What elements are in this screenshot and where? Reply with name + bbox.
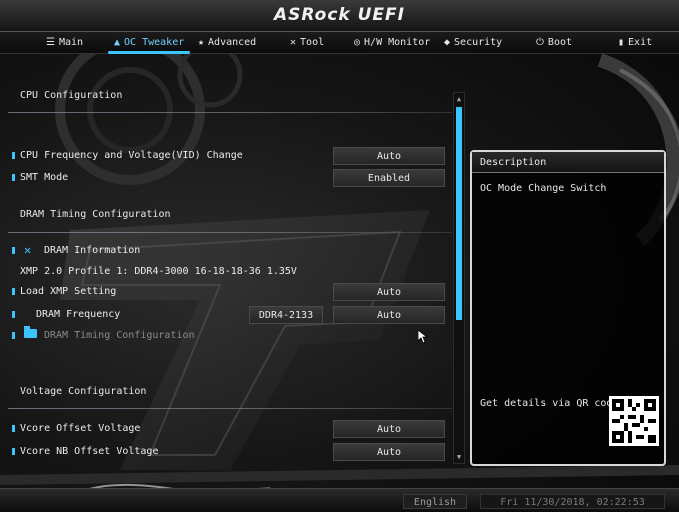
- shield-icon: ◆: [444, 37, 451, 48]
- star-icon: ★: [198, 37, 205, 48]
- flame-icon: ▲: [114, 37, 121, 48]
- list-icon: ☰: [46, 37, 55, 48]
- setting-smt-mode[interactable]: SMT Mode Enabled: [0, 168, 452, 188]
- bullet-icon: [12, 288, 15, 295]
- setting-label: DRAM Information: [44, 245, 141, 256]
- bullet-icon: [12, 448, 15, 455]
- bullet-icon: [12, 311, 15, 318]
- brand-logo: ASRock UEFI: [274, 5, 405, 25]
- exit-icon: ▮: [618, 37, 625, 48]
- monitor-icon: ◎: [354, 37, 361, 48]
- tab-oc-tweaker[interactable]: ▲ OC Tweaker: [107, 32, 191, 54]
- setting-label: Load XMP Setting: [20, 286, 117, 297]
- tab-security-label: Security: [454, 37, 503, 48]
- date-time: Fri 11/30/2018, 02:22:53: [480, 494, 665, 509]
- bullet-icon: [12, 152, 15, 159]
- power-icon: ⏻: [536, 37, 544, 48]
- tool-icon: ✕: [290, 37, 297, 48]
- tab-boot-label: Boot: [547, 37, 573, 48]
- status-bar: English Fri 11/30/2018, 02:22:53: [0, 488, 679, 512]
- tab-exit-label: Exit: [628, 37, 653, 48]
- language-button[interactable]: English: [403, 494, 467, 509]
- tab-exit[interactable]: ▮ Exit: [618, 32, 652, 54]
- tab-main-label: Main: [58, 37, 84, 48]
- tool-icon: ✕: [24, 243, 32, 257]
- tab-advanced-label: Advanced: [208, 37, 257, 48]
- section-dram-timing: DRAM Timing Configuration: [20, 209, 171, 220]
- setting-value[interactable]: Auto: [333, 420, 445, 438]
- tab-boot[interactable]: ⏻ Boot: [536, 32, 572, 54]
- bullet-icon: [12, 174, 15, 181]
- scrollbar[interactable]: ▲ ▼: [453, 92, 465, 464]
- tab-hw-monitor[interactable]: ◎ H/W Monitor: [354, 32, 430, 54]
- setting-load-xmp[interactable]: Load XMP Setting Auto: [0, 282, 452, 302]
- tab-main[interactable]: ☰ Main: [46, 32, 83, 54]
- description-title: Description: [472, 152, 664, 173]
- tab-hw-monitor-label: H/W Monitor: [364, 37, 431, 48]
- settings-list: CPU Configuration CPU Frequency and Volt…: [0, 60, 452, 462]
- divider: [8, 112, 452, 113]
- tab-advanced[interactable]: ★ Advanced: [198, 32, 256, 54]
- mouse-cursor-icon: [418, 330, 428, 344]
- setting-vcore-nb-offset[interactable]: Vcore NB Offset Voltage Auto: [0, 442, 452, 462]
- setting-value[interactable]: Auto: [333, 283, 445, 301]
- tab-tool[interactable]: ✕ Tool: [290, 32, 324, 54]
- divider: [8, 408, 452, 409]
- section-voltage-configuration: Voltage Configuration: [20, 386, 147, 397]
- setting-cpu-frequency-voltage[interactable]: CPU Frequency and Voltage(VID) Change Au…: [0, 146, 452, 166]
- setting-value[interactable]: Auto: [333, 443, 445, 461]
- setting-label: XMP 2.0 Profile 1: DDR4-3000 16-18-18-36…: [20, 266, 297, 277]
- setting-vcore-offset[interactable]: Vcore Offset Voltage Auto: [0, 419, 452, 439]
- qr-caption: Get details via QR code: [480, 398, 619, 409]
- bullet-icon: [12, 425, 15, 432]
- setting-label: CPU Frequency and Voltage(VID) Change: [20, 150, 243, 161]
- main-nav: ☰ Main ▲ OC Tweaker ★ Advanced ✕ Tool ◎ H/W M…: [0, 32, 679, 54]
- bullet-icon: [12, 247, 15, 254]
- folder-icon: [24, 326, 37, 338]
- scroll-down-icon[interactable]: ▼: [455, 453, 463, 461]
- setting-label: Vcore Offset Voltage: [20, 423, 141, 434]
- qr-code-icon[interactable]: [609, 396, 659, 446]
- section-cpu-configuration: CPU Configuration: [20, 90, 123, 101]
- scrollbar-thumb[interactable]: [456, 107, 462, 320]
- tab-oc-tweaker-label: OC Tweaker: [124, 37, 185, 48]
- setting-dram-frequency[interactable]: DRAM Frequency DDR4-2133 Auto: [0, 305, 452, 325]
- description-text: OC Mode Change Switch: [480, 183, 607, 194]
- bullet-icon: [12, 332, 15, 339]
- tab-security[interactable]: ◆ Security: [444, 32, 502, 54]
- setting-value[interactable]: Auto: [333, 306, 445, 324]
- description-panel: Description OC Mode Change Switch Get de…: [470, 150, 666, 466]
- divider: [8, 232, 452, 233]
- setting-value[interactable]: Enabled: [333, 169, 445, 187]
- menu-dram-timing-configuration[interactable]: DRAM Timing Configuration: [0, 326, 452, 346]
- setting-label: SMT Mode: [20, 172, 69, 183]
- setting-value[interactable]: Auto: [333, 147, 445, 165]
- setting-label: DRAM Timing Configuration: [44, 330, 195, 341]
- tab-tool-label: Tool: [300, 37, 325, 48]
- setting-label: Vcore NB Offset Voltage: [20, 446, 159, 457]
- menu-dram-information[interactable]: ✕ DRAM Information: [0, 241, 452, 261]
- setting-label: DRAM Frequency: [36, 309, 121, 320]
- info-xmp-profile: XMP 2.0 Profile 1: DDR4-3000 16-18-18-36…: [0, 262, 452, 282]
- scroll-up-icon[interactable]: ▲: [455, 95, 463, 103]
- current-value: DDR4-2133: [249, 306, 323, 324]
- title-bar: ASRock UEFI: [0, 0, 679, 32]
